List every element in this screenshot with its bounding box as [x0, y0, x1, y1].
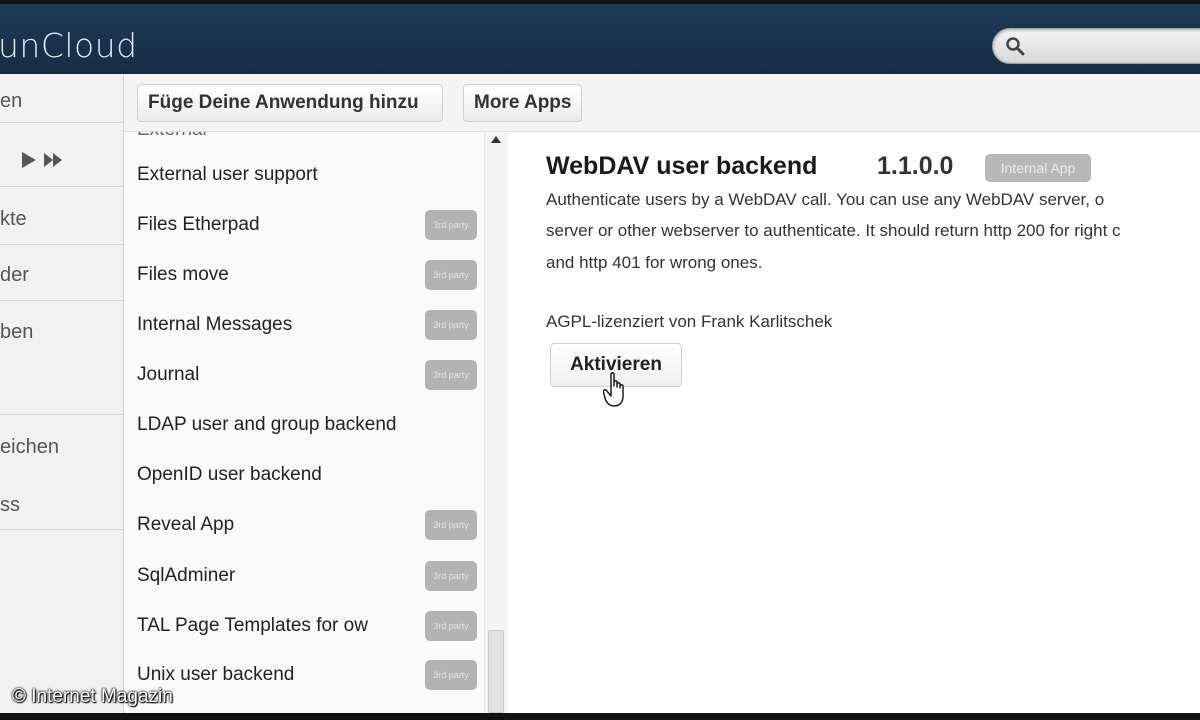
search-icon	[1006, 37, 1025, 56]
apps-toolbar: Füge Deine Anwendung hinzu More Apps	[124, 74, 1200, 132]
app-name: Files Etherpad	[137, 214, 260, 235]
app-name: External user support	[137, 164, 318, 185]
app-description-line: Authenticate users by a WebDAV call. You…	[546, 190, 1105, 209]
app-title: WebDAV user backend	[546, 152, 818, 180]
nav-item-rss[interactable]: ss	[0, 494, 123, 517]
third-party-badge: 3rd party	[425, 611, 477, 641]
app-description-line: and http 401 for wrong ones.	[546, 253, 763, 272]
app-name: TAL Page Templates for ow	[137, 615, 368, 636]
app-list: External External user support Files Eth…	[124, 132, 484, 713]
list-item[interactable]: External user support	[124, 152, 484, 202]
media-controls	[22, 152, 62, 168]
nav-separator	[0, 244, 123, 245]
app-name: SqlAdminer	[137, 565, 236, 586]
hand-cursor-icon	[603, 372, 624, 407]
app-name: Reveal App	[137, 514, 235, 535]
list-item[interactable]: SqlAdminer 3rd party	[124, 553, 484, 603]
fast-forward-icon	[44, 153, 53, 167]
search-input[interactable]	[992, 28, 1200, 64]
third-party-badge: 3rd party	[425, 260, 477, 290]
nav-item-calendar[interactable]: der	[0, 264, 123, 287]
app-name: OpenID user backend	[137, 464, 322, 485]
third-party-badge: 3rd party	[425, 310, 477, 340]
list-item[interactable]: OpenID user backend	[124, 452, 484, 502]
list-item[interactable]: Files move 3rd party	[124, 252, 484, 302]
app-license: AGPL-lizenziert von Frank Karlitschek	[546, 312, 833, 331]
play-icon	[22, 152, 36, 168]
app-name: Unix user backend	[137, 664, 295, 685]
app-version: 1.1.0.0	[877, 152, 954, 180]
app-name: Files move	[137, 264, 229, 285]
third-party-badge: 3rd party	[425, 660, 477, 690]
list-item[interactable]: Files Etherpad 3rd party	[124, 202, 484, 252]
list-item[interactable]: Reveal App 3rd party	[124, 502, 484, 552]
frame-bottom-border	[0, 713, 1200, 720]
app-description-line: server or other webserver to authenticat…	[546, 221, 1121, 240]
app-header: unCloud	[0, 4, 1200, 74]
third-party-badge: 3rd party	[425, 510, 477, 540]
owncloud-logo[interactable]: unCloud	[0, 26, 138, 65]
nav-separator	[0, 529, 123, 530]
list-item[interactable]: TAL Page Templates for ow 3rd party	[124, 603, 484, 653]
more-apps-button[interactable]: More Apps	[463, 84, 582, 122]
nav-item-files[interactable]: en	[0, 90, 123, 113]
list-item[interactable]: LDAP user and group backend	[124, 402, 484, 452]
add-app-button[interactable]: Füge Deine Anwendung hinzu	[137, 84, 443, 122]
nav-separator	[0, 300, 123, 301]
app-name: Internal Messages	[137, 314, 293, 335]
nav-separator	[0, 122, 123, 123]
third-party-badge: 3rd party	[425, 561, 477, 591]
app-name: Journal	[137, 364, 200, 385]
scrollbar-thumb[interactable]	[488, 630, 504, 713]
internal-app-badge: Internal App	[985, 154, 1091, 182]
nav-item-contacts[interactable]: kte	[0, 208, 123, 231]
nav-separator	[0, 414, 123, 415]
list-item[interactable]: Internal Messages 3rd party	[124, 302, 484, 352]
list-item-partial[interactable]: External	[137, 132, 207, 141]
app-list-scrollbar[interactable]	[484, 132, 508, 713]
nav-separator	[0, 186, 123, 187]
list-item[interactable]: Journal 3rd party	[124, 352, 484, 402]
list-item[interactable]: Unix user backend 3rd party	[124, 652, 484, 702]
watermark: © Internet Magazin	[12, 686, 173, 707]
nav-item-tasks[interactable]: ben	[0, 321, 123, 344]
scroll-up-icon[interactable]	[491, 136, 501, 143]
app-detail-pane: WebDAV user backend 1.1.0.0 Internal App…	[509, 132, 1200, 713]
nav-item-bookmarks[interactable]: eichen	[0, 436, 123, 459]
app-name: LDAP user and group backend	[137, 414, 397, 435]
third-party-badge: 3rd party	[425, 360, 477, 390]
third-party-badge: 3rd party	[425, 210, 477, 240]
left-navigation: en kte der ben eichen ss	[0, 74, 124, 713]
